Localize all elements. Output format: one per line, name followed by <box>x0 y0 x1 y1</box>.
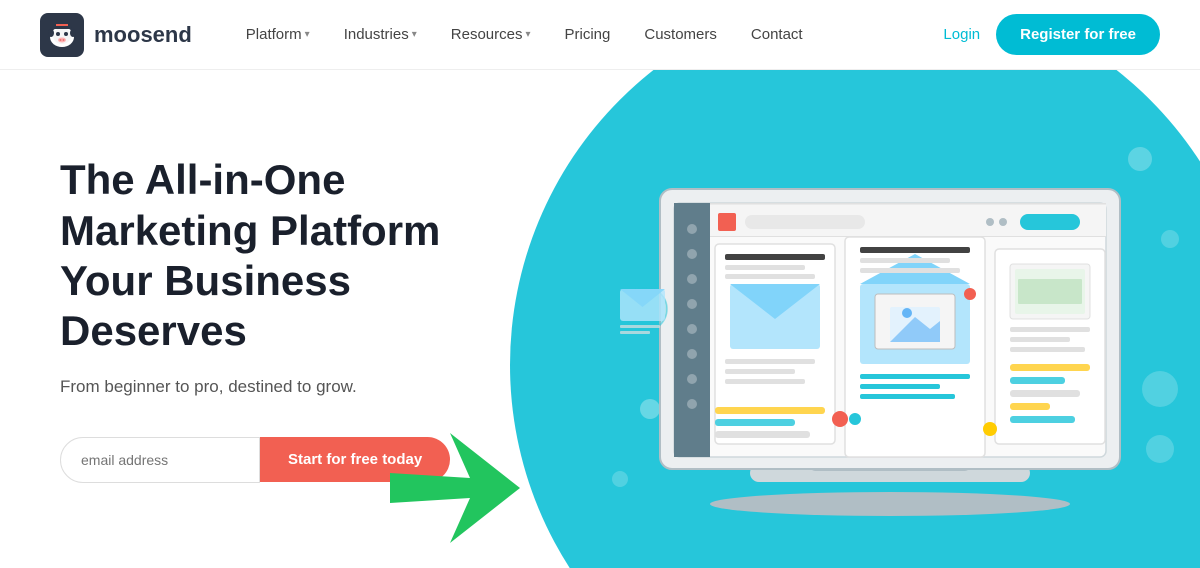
hero-illustration <box>560 109 1200 529</box>
logo-icon <box>40 13 84 57</box>
nav-right: Login Register for free <box>943 14 1160 55</box>
nav-contact[interactable]: Contact <box>737 18 817 51</box>
nav-customers[interactable]: Customers <box>630 18 731 51</box>
green-arrow <box>390 433 520 548</box>
email-input[interactable] <box>60 437 260 483</box>
resources-dropdown-icon: ▾ <box>525 29 530 40</box>
logo[interactable]: moosend <box>40 13 192 57</box>
industries-dropdown-icon: ▾ <box>412 29 417 40</box>
login-link[interactable]: Login <box>943 26 980 43</box>
nav-resources[interactable]: Resources ▾ <box>437 18 545 51</box>
nav-pricing[interactable]: Pricing <box>551 18 625 51</box>
hero-title: The All-in-One Marketing Platform Your B… <box>60 155 520 357</box>
nav-platform[interactable]: Platform ▾ <box>232 18 324 51</box>
nav-industries[interactable]: Industries ▾ <box>330 18 431 51</box>
navbar: moosend Platform ▾ Industries ▾ Resource… <box>0 0 1200 70</box>
hero-subtitle: From beginner to pro, destined to grow. <box>60 377 520 397</box>
register-button[interactable]: Register for free <box>996 14 1160 55</box>
nav-links: Platform ▾ Industries ▾ Resources ▾ Pric… <box>232 18 944 51</box>
brand-name: moosend <box>94 22 192 48</box>
hero-section: The All-in-One Marketing Platform Your B… <box>0 70 1200 568</box>
platform-dropdown-icon: ▾ <box>305 29 310 40</box>
